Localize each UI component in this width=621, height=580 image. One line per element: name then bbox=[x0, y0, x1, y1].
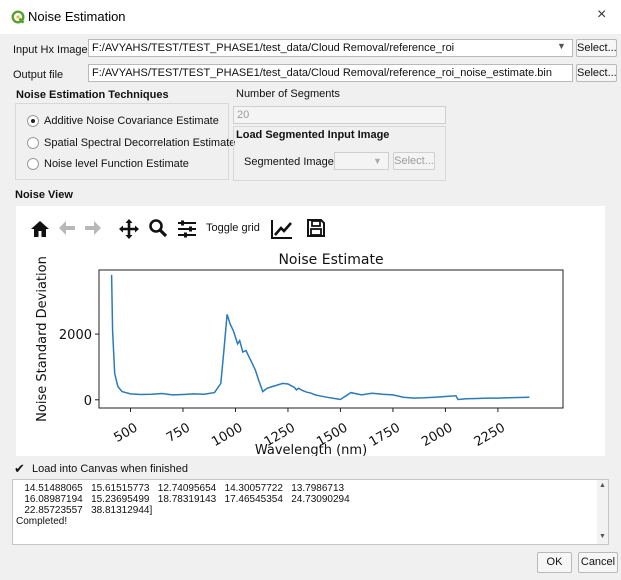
log-line: Completed! bbox=[16, 516, 68, 527]
segments-input[interactable]: 20 bbox=[233, 106, 446, 124]
input-image-label: Input Hx Image bbox=[13, 44, 88, 56]
radio-noise-level[interactable] bbox=[27, 158, 39, 170]
output-file-value: F:/AVYAHS/TEST/TEST_PHASE1/test_data/Clo… bbox=[92, 67, 552, 79]
input-select-button[interactable]: Select... bbox=[576, 39, 617, 57]
home-icon[interactable] bbox=[30, 219, 50, 243]
log-line: 16.08987194 15.23695499 18.78319143 17.4… bbox=[16, 494, 350, 505]
radio-label-spatial[interactable]: Spatial Spectral Decorrelation Estimate bbox=[44, 137, 235, 149]
cancel-button[interactable]: Cancel bbox=[578, 552, 618, 573]
log-output[interactable]: 14.51488065 15.61515773 12.74095654 14.3… bbox=[12, 479, 609, 545]
output-file-label: Output file bbox=[13, 69, 64, 81]
radio-indicator[interactable] bbox=[27, 137, 39, 149]
segments-label: Number of Segments bbox=[236, 88, 340, 100]
chevron-down-icon[interactable]: ▼ bbox=[557, 41, 566, 51]
radio-additive-noise[interactable] bbox=[27, 115, 39, 127]
chart-title: Noise Estimate bbox=[278, 252, 383, 268]
save-icon[interactable] bbox=[306, 218, 326, 242]
pan-icon[interactable] bbox=[118, 218, 140, 244]
radio-label-noise-level[interactable]: Noise level Function Estimate bbox=[44, 158, 189, 170]
input-image-value: F:/AVYAHS/TEST/TEST_PHASE1/test_data/Clo… bbox=[92, 42, 455, 54]
y-tick-label: 0 bbox=[84, 394, 92, 409]
noise-view-heading: Noise View bbox=[15, 189, 73, 201]
x-axis-label: Wavelength (nm) bbox=[255, 443, 367, 456]
zoom-icon[interactable] bbox=[148, 218, 168, 242]
input-image-combobox[interactable]: F:/AVYAHS/TEST/TEST_PHASE1/test_data/Clo… bbox=[88, 39, 573, 57]
qgis-icon bbox=[11, 10, 25, 24]
toggle-grid-button[interactable]: Toggle grid bbox=[206, 222, 260, 234]
noise-series-line bbox=[110, 274, 530, 401]
radio-indicator[interactable] bbox=[27, 158, 39, 170]
plot-frame bbox=[98, 269, 564, 409]
segmented-select-button[interactable]: Select... bbox=[393, 152, 435, 170]
window-title: Noise Estimation bbox=[28, 9, 126, 24]
back-arrow-icon[interactable] bbox=[57, 218, 77, 242]
load-canvas-label[interactable]: Load into Canvas when finished bbox=[32, 463, 188, 475]
output-select-button[interactable]: Select... bbox=[576, 64, 617, 82]
edit-axis-icon[interactable] bbox=[271, 219, 293, 243]
y-axis-label: Noise Standard Deviation bbox=[35, 256, 50, 422]
y-tick-label: 2000 bbox=[59, 328, 92, 343]
log-line: 14.51488065 15.61515773 12.74095654 14.3… bbox=[16, 483, 345, 494]
load-segmented-heading: Load Segmented Input Image bbox=[236, 129, 390, 141]
radio-indicator[interactable] bbox=[27, 115, 39, 127]
x-tick-label: 750 bbox=[164, 420, 193, 445]
x-tick-label: 2250 bbox=[472, 420, 508, 450]
ok-button[interactable]: OK bbox=[537, 552, 572, 573]
noise-chart[interactable]: Noise Estimate Noise Standard Deviation 0 2… bbox=[16, 246, 605, 456]
chevron-down-icon[interactable]: ▼ bbox=[373, 153, 382, 169]
output-file-field[interactable]: F:/AVYAHS/TEST/TEST_PHASE1/test_data/Clo… bbox=[88, 64, 573, 82]
x-tick-label: 500 bbox=[111, 420, 140, 445]
x-tick-label: 1750 bbox=[367, 420, 403, 450]
close-icon[interactable]: × bbox=[597, 6, 606, 24]
segmented-image-label: Segmented Image bbox=[244, 156, 334, 168]
scroll-down-icon[interactable]: ▼ bbox=[599, 533, 606, 540]
forward-arrow-icon[interactable] bbox=[83, 218, 103, 242]
radio-spatial-spectral[interactable] bbox=[27, 137, 39, 149]
segments-value: 20 bbox=[237, 109, 250, 121]
log-line: 22.85723557 38.81312944] bbox=[16, 505, 153, 516]
radio-label-additive[interactable]: Additive Noise Covariance Estimate bbox=[44, 115, 219, 127]
segmented-image-combobox[interactable]: ▼ bbox=[334, 152, 389, 170]
x-tick-label: 2000 bbox=[419, 420, 455, 450]
scroll-up-icon[interactable]: ▲ bbox=[599, 482, 606, 489]
load-canvas-checkbox[interactable]: ✔ bbox=[14, 461, 25, 477]
techniques-heading: Noise Estimation Techniques bbox=[16, 89, 169, 101]
x-tick-label: 1000 bbox=[209, 420, 245, 450]
log-scrollbar[interactable]: ▲ ▼ bbox=[597, 480, 608, 544]
configure-subplots-icon[interactable] bbox=[177, 219, 197, 243]
